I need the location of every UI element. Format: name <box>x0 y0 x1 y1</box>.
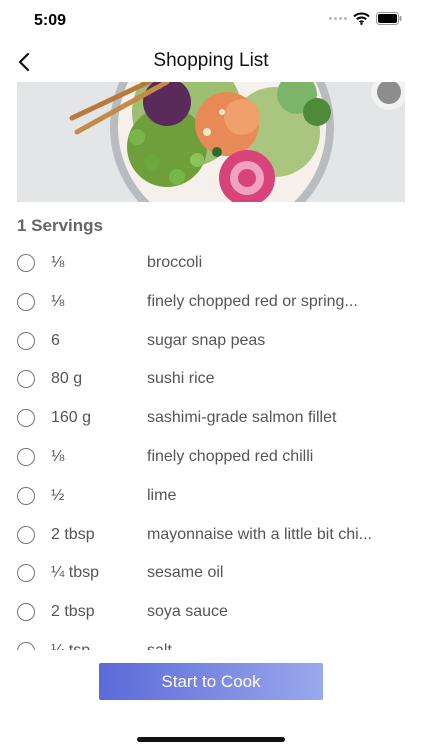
signal-icon <box>329 17 347 20</box>
check-circle-icon[interactable] <box>17 448 35 466</box>
ingredient-quantity: ¼ tsp <box>51 642 90 650</box>
status-bar: 5:09 <box>0 0 422 44</box>
ingredient-list: ⅛ broccoli ⅛ finely chopped red or spring..… <box>0 244 422 650</box>
check-circle-icon[interactable] <box>17 331 35 350</box>
ingredient-quantity: ⅛ <box>51 448 65 465</box>
start-to-cook-button[interactable]: Start to Cook <box>99 663 323 700</box>
ingredient-name: finely chopped red or spring... <box>147 292 358 310</box>
battery-icon <box>376 12 402 25</box>
recipe-image <box>17 82 405 202</box>
ingredient-quantity: 6 <box>51 331 60 349</box>
ingredient-quantity: 160 g <box>51 409 92 427</box>
ingredient-name: mayonnaise with a little bit chi... <box>147 525 372 543</box>
ingredient-row[interactable]: ⅛ finely chopped red chilli <box>0 438 422 477</box>
ingredient-name: sesame oil <box>147 564 224 582</box>
ingredient-quantity: ⅛ <box>51 292 65 310</box>
ingredient-name: sushi rice <box>147 370 215 388</box>
ingredient-name: salt <box>147 642 409 650</box>
ingredient-quantity: 80 g <box>51 370 83 388</box>
wifi-icon <box>353 12 370 25</box>
ingredient-row[interactable]: ⅛ broccoli <box>0 244 422 283</box>
check-circle-icon[interactable] <box>17 409 35 428</box>
ingredient-name: broccoli <box>147 254 203 271</box>
ingredient-row[interactable]: 6 sugar snap peas <box>0 322 422 361</box>
ingredient-quantity: ¼ tbsp <box>51 564 100 582</box>
ingredient-row[interactable]: 2 tbsp mayonnaise with a little bit chi..… <box>0 516 422 555</box>
ingredient-row[interactable]: ¼ tsp salt <box>0 632 422 650</box>
ingredient-name: sugar snap peas <box>147 331 266 349</box>
check-circle-icon[interactable] <box>17 370 35 389</box>
check-circle-icon[interactable] <box>17 486 35 505</box>
ingredient-row[interactable]: ⅛ finely chopped red or spring... <box>0 283 422 322</box>
servings-label: 1 Servings <box>17 216 103 235</box>
check-circle-icon[interactable] <box>17 564 35 583</box>
page-title: Shopping List <box>153 50 269 71</box>
check-circle-icon[interactable] <box>17 254 35 272</box>
ingredient-quantity: 2 tbsp <box>51 603 95 621</box>
check-circle-icon[interactable] <box>17 525 35 544</box>
ingredient-quantity: 2 tbsp <box>51 525 95 543</box>
ingredient-row[interactable]: 160 g sashimi-grade salmon fillet <box>0 399 422 438</box>
ingredient-row[interactable]: 2 tbsp soya sauce <box>0 593 422 632</box>
ingredient-row[interactable]: 80 g sushi rice <box>0 360 422 399</box>
ingredient-name: sashimi-grade salmon fillet <box>147 409 337 427</box>
status-icons <box>329 12 402 25</box>
ingredient-quantity: ½ <box>51 486 65 504</box>
check-circle-icon[interactable] <box>17 603 35 622</box>
check-circle-icon[interactable] <box>17 642 35 650</box>
ingredient-name: lime <box>147 486 177 504</box>
ingredient-quantity: ⅛ <box>51 254 65 271</box>
ingredient-name: soya sauce <box>147 603 228 621</box>
ingredient-row[interactable]: ¼ tbsp sesame oil <box>0 554 422 593</box>
home-indicator <box>137 737 285 742</box>
navigation-bar: Shopping List <box>0 44 422 80</box>
ingredient-name: finely chopped red chilli <box>147 448 314 465</box>
status-time: 5:09 <box>34 12 67 29</box>
ingredient-row[interactable]: ½ lime <box>0 477 422 516</box>
check-circle-icon[interactable] <box>17 292 35 311</box>
